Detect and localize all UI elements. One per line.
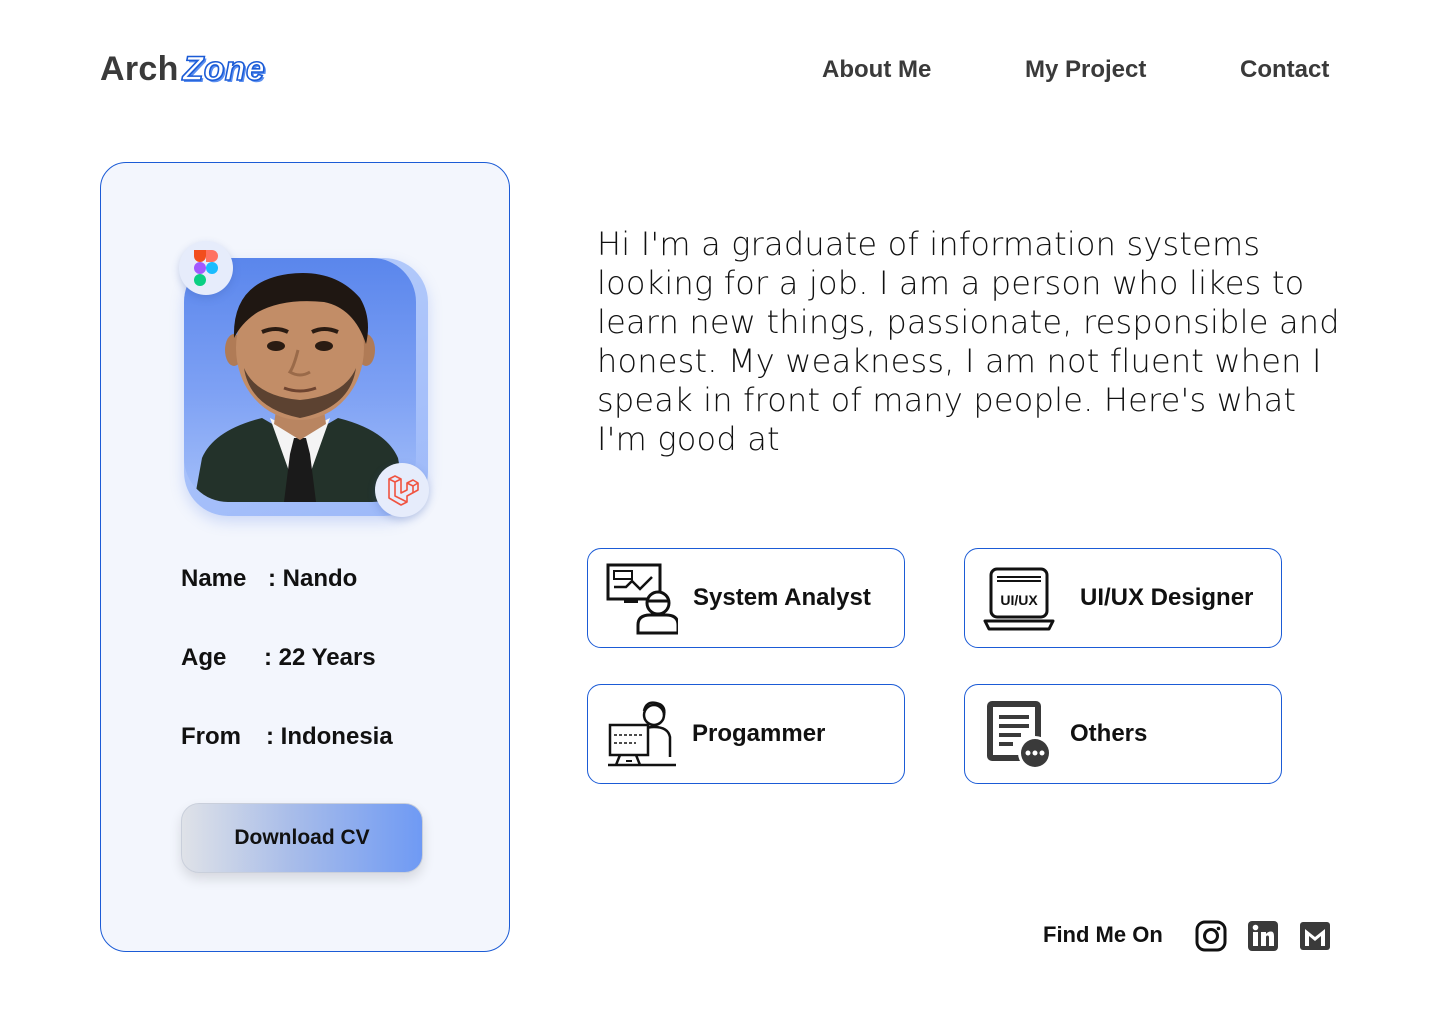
age-label: Age bbox=[181, 644, 227, 671]
from-label: From bbox=[181, 723, 241, 750]
uiux-icon-text: UI/UX bbox=[1000, 592, 1038, 608]
nav-my-project[interactable]: My Project bbox=[1025, 56, 1146, 84]
nav-contact[interactable]: Contact bbox=[1240, 56, 1329, 84]
logo-text-arch: Arch bbox=[100, 50, 179, 88]
system-analyst-icon bbox=[606, 563, 678, 635]
figma-icon bbox=[194, 250, 218, 286]
nav-about-me[interactable]: About Me bbox=[822, 56, 931, 84]
figma-badge bbox=[179, 241, 233, 295]
instagram-icon[interactable] bbox=[1195, 920, 1227, 952]
skill-label: UI/UX Designer bbox=[1080, 584, 1254, 611]
gmail-icon[interactable] bbox=[1299, 920, 1331, 952]
skill-card-programmer[interactable]: Progammer bbox=[587, 684, 905, 784]
skill-label: Progammer bbox=[692, 720, 826, 747]
age-value: : 22 Years bbox=[264, 644, 376, 671]
uiux-laptop-icon: UI/UX bbox=[983, 567, 1055, 631]
document-more-icon bbox=[987, 701, 1052, 770]
skill-label: Others bbox=[1070, 720, 1148, 747]
skill-label: System Analyst bbox=[693, 584, 871, 611]
skill-card-uiux-designer[interactable]: UI/UX UI/UX Designer bbox=[964, 548, 1282, 648]
profile-photo bbox=[184, 258, 416, 502]
site-logo[interactable]: Arch Zone bbox=[100, 49, 266, 89]
name-label: Name bbox=[181, 565, 247, 592]
logo-text-zone: Zone bbox=[182, 49, 266, 89]
skill-card-system-analyst[interactable]: System Analyst bbox=[587, 548, 905, 648]
person-portrait-icon bbox=[194, 273, 406, 502]
info-from: From : Indonesia bbox=[181, 723, 393, 751]
info-age: Age : 22 Years bbox=[181, 644, 376, 672]
about-paragraph: Hi I'm a graduate of information systems… bbox=[597, 225, 1340, 458]
find-me-on-label: Find Me On bbox=[1043, 922, 1163, 947]
info-name: Name : Nando bbox=[181, 565, 357, 593]
profile-card: Name : Nando Age : 22 Years From : Indon… bbox=[100, 162, 510, 952]
skill-card-others[interactable]: Others bbox=[964, 684, 1282, 784]
laravel-badge bbox=[375, 463, 429, 517]
download-cv-button[interactable]: Download CV bbox=[181, 803, 423, 873]
from-value: : Indonesia bbox=[266, 723, 393, 750]
programmer-icon bbox=[608, 701, 676, 767]
linkedin-icon[interactable] bbox=[1247, 920, 1279, 952]
laravel-icon bbox=[388, 475, 419, 506]
name-value: : Nando bbox=[268, 565, 358, 592]
